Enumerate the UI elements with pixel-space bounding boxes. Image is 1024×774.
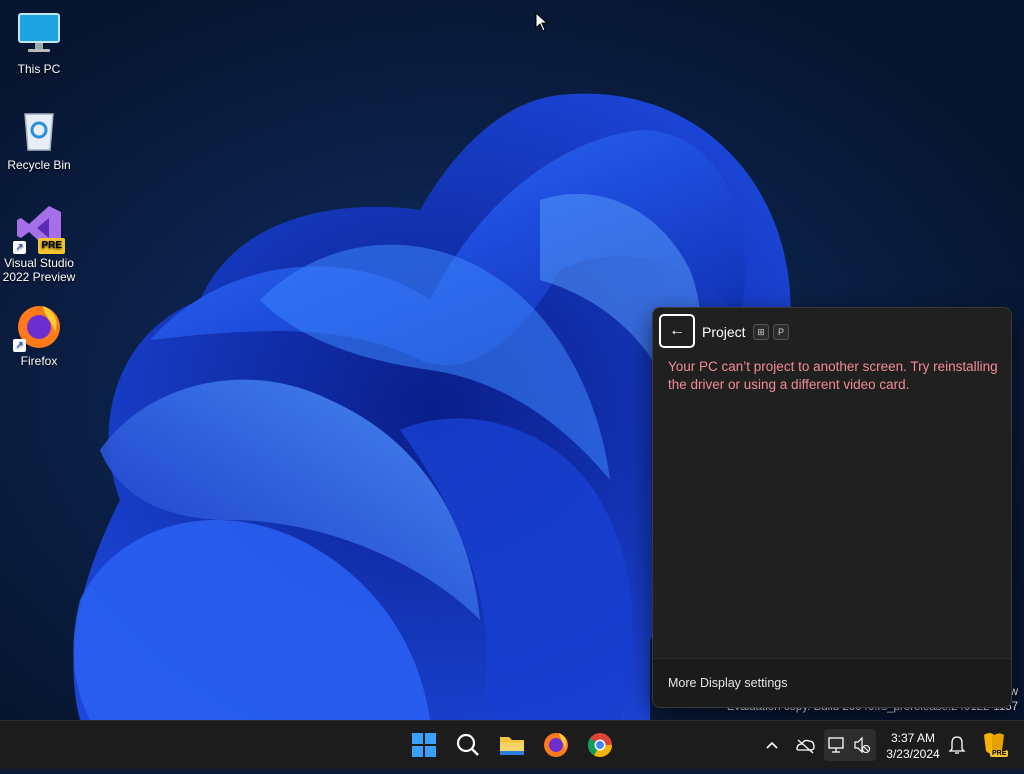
clock-date: 3/23/2024 <box>886 747 940 761</box>
copilot-button[interactable]: PRE <box>978 721 1010 769</box>
windows-key-icon: ⊞ <box>753 324 769 340</box>
desktop-icon-this-pc[interactable]: This PC <box>0 10 78 76</box>
network-volume-tray-button[interactable] <box>824 729 876 761</box>
show-hidden-icons-button[interactable] <box>762 721 782 769</box>
monitor-icon <box>15 10 63 58</box>
recycle-bin-icon <box>15 106 63 154</box>
more-display-settings-link[interactable]: More Display settings <box>668 676 788 690</box>
notifications-button[interactable] <box>946 721 968 769</box>
project-flyout: ← Project ⊞ P Your PC can’t project to a… <box>652 307 1012 708</box>
firefox-taskbar-button[interactable] <box>538 727 574 763</box>
p-key-badge: P <box>773 324 789 340</box>
error-message: Your PC can’t project to another screen.… <box>668 359 998 392</box>
folder-icon <box>500 737 524 755</box>
copilot-pre-badge: PRE <box>990 750 1009 757</box>
desktop-icon-firefox[interactable]: ↗ Firefox <box>0 302 78 368</box>
preview-badge: PRE <box>38 238 65 254</box>
taskbar-clock[interactable]: 3:37 AM 3/23/2024 <box>880 730 946 762</box>
cloud-offline-icon <box>796 739 815 754</box>
desktop-icon-label: Firefox <box>20 354 58 368</box>
back-button[interactable]: ← <box>659 314 695 348</box>
chevron-up-icon <box>766 741 778 749</box>
copilot-icon <box>984 733 1004 754</box>
chrome-icon <box>588 733 612 758</box>
desktop-icon-recycle-bin[interactable]: Recycle Bin <box>0 106 78 172</box>
search-icon <box>456 733 479 756</box>
desktop-icon-visual-studio[interactable]: PRE ↗ Visual Studio 2022 Preview <box>0 204 78 284</box>
desktop-icon-label: This PC <box>17 62 61 76</box>
chrome-taskbar-button[interactable] <box>582 727 618 763</box>
firefox-icon: ↗ <box>13 302 63 352</box>
desktop-icon-label: Visual Studio 2022 Preview <box>2 256 76 284</box>
clock-time: 3:37 AM <box>890 731 936 745</box>
shortcut-arrow-icon: ↗ <box>13 339 26 352</box>
flyout-footer: More Display settings <box>653 658 1011 707</box>
search-button[interactable] <box>450 727 486 763</box>
visual-studio-icon: PRE ↗ <box>13 204 65 254</box>
onedrive-tray-button[interactable] <box>794 721 816 769</box>
file-explorer-button[interactable] <box>494 727 530 763</box>
flyout-title: Project <box>702 324 746 340</box>
network-icon <box>828 736 871 754</box>
desktop-icon-label: Recycle Bin <box>7 158 71 172</box>
start-button[interactable] <box>406 727 442 763</box>
windows-logo-icon <box>412 733 436 757</box>
mouse-cursor-icon <box>535 12 549 32</box>
taskbar: 3:37 AM 3/23/2024 PRE <box>0 720 1024 769</box>
shortcut-arrow-icon: ↗ <box>13 241 26 254</box>
firefox-icon <box>544 733 568 757</box>
bell-icon <box>948 736 966 754</box>
back-arrow-icon: ← <box>669 322 685 339</box>
